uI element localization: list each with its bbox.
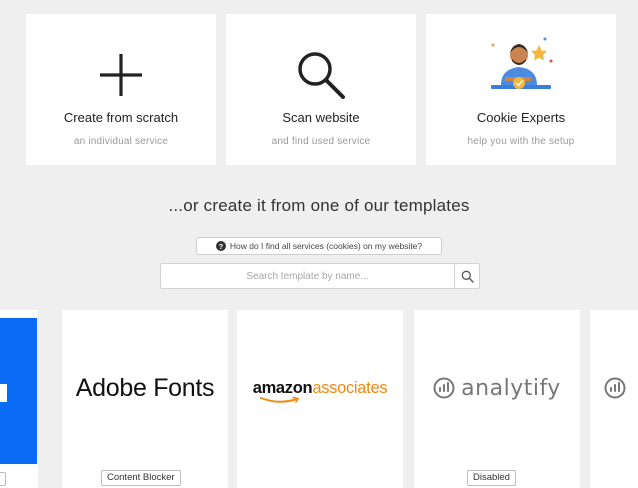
template-search	[160, 263, 480, 289]
question-icon: ?	[215, 241, 226, 251]
card-subtitle: help you with the setup	[467, 136, 575, 147]
amazon-wordmark: amazon	[252, 378, 313, 397]
scan-website-card[interactable]: Scan website and find used service	[226, 14, 416, 165]
template-name: analytify	[461, 375, 561, 401]
analytify-icon	[604, 377, 626, 399]
template-card-amazon-associates[interactable]: amazonassociates	[237, 310, 403, 488]
template-card-adobe-fonts[interactable]: Adobe Fonts Content Blocker	[62, 310, 228, 488]
magnifier-icon	[226, 44, 416, 106]
analytify-logo: analytify	[414, 310, 580, 466]
card-title: Create from scratch	[63, 110, 179, 125]
template-card[interactable]	[0, 310, 38, 488]
card-subtitle: and find used service	[271, 136, 371, 147]
templates-heading: ...or create it from one of our template…	[168, 196, 470, 215]
disabled-badge: Disabled	[467, 470, 516, 486]
amazon-associates-logo: amazonassociates	[237, 310, 403, 466]
template-name: Adobe Fonts	[75, 373, 215, 402]
card-subtitle: an individual service	[73, 136, 169, 147]
template-card[interactable]	[590, 310, 638, 488]
cookie-experts-card[interactable]: Cookie Experts help you with the setup	[426, 14, 616, 165]
card-title: Scan website	[282, 110, 360, 125]
template-card-analytify[interactable]: analytify Disabled	[414, 310, 580, 488]
search-icon	[461, 270, 474, 283]
content-blocker-badge: Content Blocker	[101, 470, 181, 486]
card-title: Cookie Experts	[476, 110, 566, 125]
help-link-label: How do I find all services (cookies) on …	[229, 241, 423, 251]
search-button[interactable]	[454, 264, 479, 288]
template-logo-partial	[590, 310, 638, 466]
analytify-icon	[433, 377, 455, 399]
associates-wordmark: associates	[312, 378, 388, 397]
help-link[interactable]: ? How do I find all services (cookies) o…	[196, 237, 442, 255]
template-logo-partial	[0, 318, 37, 464]
template-badge-partial	[0, 472, 6, 486]
amazon-smile-icon	[259, 396, 299, 403]
search-input[interactable]	[161, 264, 454, 288]
plus-icon	[26, 44, 216, 106]
expert-illustration	[426, 24, 616, 104]
adobe-fonts-logo: Adobe Fonts	[62, 310, 228, 466]
create-from-scratch-card[interactable]: Create from scratch an individual servic…	[26, 14, 216, 165]
